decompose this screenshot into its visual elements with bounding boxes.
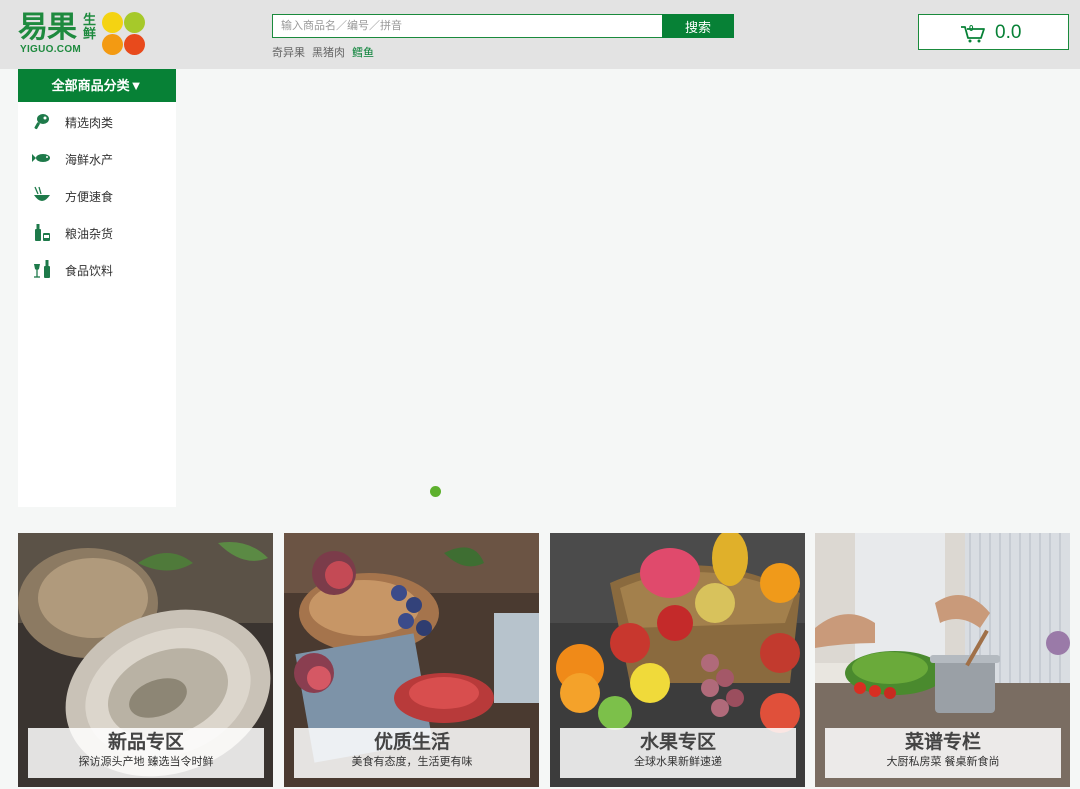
logo-fresh-text: 生鲜 — [83, 12, 97, 41]
promo-title: 水果专区 — [639, 732, 716, 753]
logo-clover-icon — [102, 12, 146, 56]
wine-icon — [34, 260, 50, 278]
promo-card-new-products[interactable]: 新品专区 探访源头产地 臻选当令时鲜 — [18, 533, 273, 787]
promo-subtitle: 大厨私房菜 餐桌新食尚 — [886, 756, 1000, 768]
promo-caption: 菜谱专栏 大厨私房菜 餐桌新食尚 — [825, 728, 1061, 778]
carousel-dot-active[interactable] — [430, 486, 441, 497]
fish-icon — [32, 154, 50, 162]
promo-row: 新品专区 探访源头产地 臻选当令时鲜 优质生活 美食有态度，生活更有味 水果专区… — [18, 533, 1070, 787]
sidebar-item-label: 精选肉类 — [65, 116, 114, 130]
promo-subtitle: 全球水果新鲜速递 — [634, 756, 722, 768]
sidebar-item-meat[interactable]: 精选肉类 — [18, 102, 176, 139]
category-sidebar: 全部商品分类▼ 精选肉类 海鲜水产 方便速食 粮油杂货 食品饮料 — [18, 69, 176, 507]
sidebar-item-seafood[interactable]: 海鲜水产 — [18, 139, 176, 176]
logo-dot-lime — [124, 12, 145, 33]
promo-subtitle: 美食有态度，生活更有味 — [351, 756, 473, 768]
logo-domain: YIGUO.COM — [20, 44, 82, 55]
sidebar-item-label: 海鲜水产 — [65, 153, 114, 167]
hot-link-black-pork[interactable]: 黑猪肉 — [312, 44, 345, 60]
promo-caption: 优质生活 美食有态度，生活更有味 — [294, 728, 530, 778]
sidebar-item-label: 食品饮料 — [65, 264, 114, 278]
promo-caption: 水果专区 全球水果新鲜速递 — [560, 728, 796, 778]
sidebar-item-groceries[interactable]: 粮油杂货 — [18, 213, 176, 250]
logo-dot-red — [124, 34, 145, 55]
hot-link-cod[interactable]: 鳕鱼 — [352, 44, 374, 60]
search-bar: 搜索 — [272, 14, 734, 38]
logo-wordmark: 易果 — [18, 10, 77, 45]
site-header: 易果 生鲜 YIGUO.COM 搜索 奇异果 黑猪肉 鳕鱼 0 0.0 — [0, 0, 1080, 69]
promo-title: 优质生活 — [373, 732, 450, 753]
search-input[interactable] — [272, 14, 663, 38]
cart-button[interactable]: 0 0.0 — [918, 14, 1069, 50]
sidebar-item-drinks[interactable]: 食品饮料 — [18, 250, 176, 287]
search-button[interactable]: 搜索 — [662, 14, 734, 38]
hot-search-links: 奇异果 黑猪肉 鳕鱼 — [272, 44, 374, 60]
bottles-icon — [35, 224, 50, 241]
sidebar-item-label: 方便速食 — [65, 190, 114, 204]
all-categories-button[interactable]: 全部商品分类▼ — [18, 69, 176, 102]
site-logo[interactable]: 易果 生鲜 YIGUO.COM — [18, 12, 148, 58]
promo-subtitle: 探访源头产地 臻选当令时鲜 — [78, 756, 214, 768]
cart-item-count: 0 — [969, 24, 974, 33]
sidebar-item-instant-food[interactable]: 方便速食 — [18, 176, 176, 213]
promo-card-recipes[interactable]: 菜谱专栏 大厨私房菜 餐桌新食尚 — [815, 533, 1070, 787]
hot-link-kiwi[interactable]: 奇异果 — [272, 44, 305, 60]
cart-total: 0.0 — [995, 22, 1022, 43]
bowl-icon — [34, 186, 50, 201]
promo-title: 菜谱专栏 — [904, 732, 981, 753]
logo-dot-orange — [102, 34, 123, 55]
meat-icon — [34, 114, 49, 130]
promo-title: 新品专区 — [107, 732, 184, 753]
promo-caption: 新品专区 探访源头产地 臻选当令时鲜 — [28, 728, 264, 778]
promo-card-fruit[interactable]: 水果专区 全球水果新鲜速递 — [550, 533, 805, 787]
category-list: 精选肉类 海鲜水产 方便速食 粮油杂货 食品饮料 — [18, 102, 176, 287]
logo-dot-yellow — [102, 12, 123, 33]
promo-card-quality-life[interactable]: 优质生活 美食有态度，生活更有味 — [284, 533, 539, 787]
sidebar-item-label: 粮油杂货 — [65, 227, 114, 241]
